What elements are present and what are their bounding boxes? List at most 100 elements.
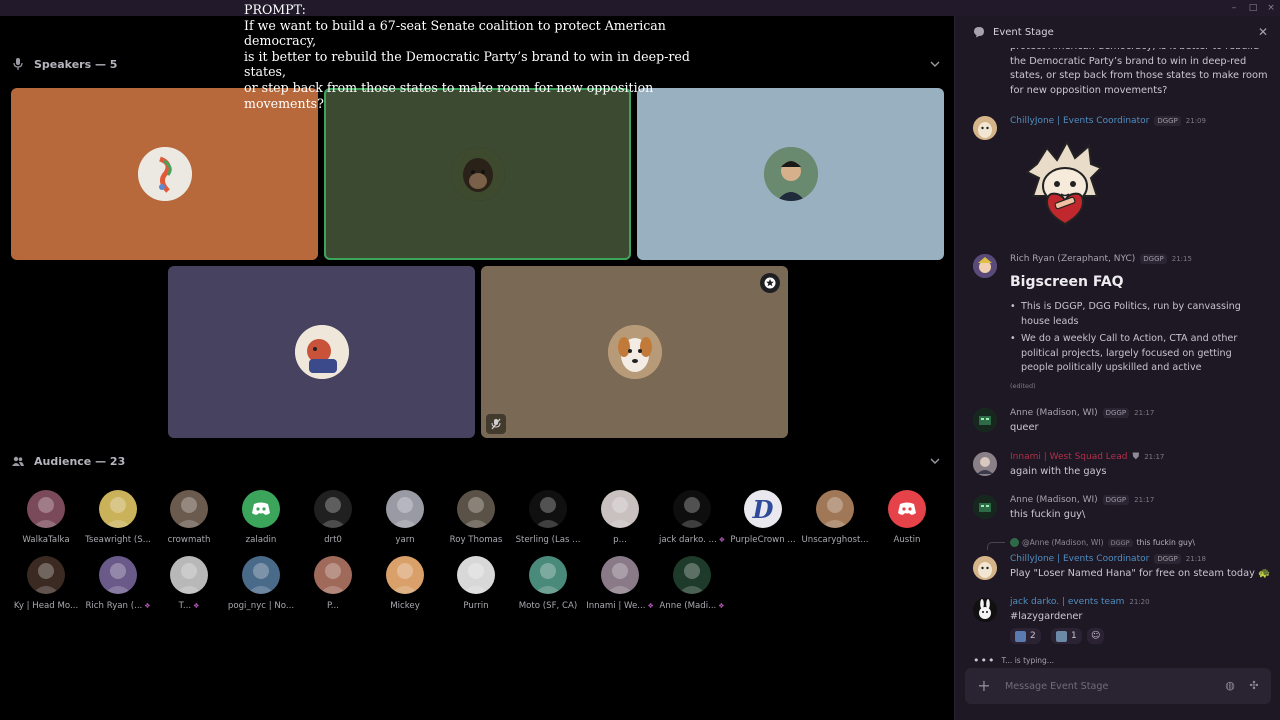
avatar xyxy=(170,490,208,528)
message-text: Play "Loser Named Hana" for free on stea… xyxy=(1010,568,1271,579)
audience-member[interactable]: Moto (SF, CA) xyxy=(512,556,584,611)
audience-member[interactable]: Rich Ryan (... ❖ xyxy=(82,556,154,611)
message-author[interactable]: Anne (Madison, WI) xyxy=(1010,408,1098,418)
audience-member[interactable]: jack darko. ... ❖ xyxy=(656,490,728,545)
speaker-avatar xyxy=(607,325,662,379)
speaker-tile[interactable] xyxy=(11,88,318,260)
chevron-down-icon[interactable] xyxy=(928,454,942,468)
audience-member-name: PurpleCrown ... xyxy=(730,535,796,545)
star-badge-icon xyxy=(760,273,780,293)
typing-indicator: ••• T... is typing... xyxy=(973,654,1054,667)
audience-member[interactable]: Unscaryghost... xyxy=(799,490,871,545)
audience-member[interactable]: WalkaTalka xyxy=(10,490,82,545)
audience-member[interactable]: Sterling (Las ... xyxy=(512,490,584,545)
audience-member-name: Purrin xyxy=(463,601,489,611)
reply-preview[interactable]: @Anne (Madison, WI) DGGP this fuckin guy… xyxy=(1010,538,1195,547)
gif-sticker-icon[interactable]: ◍ xyxy=(1223,679,1237,693)
message-author[interactable]: Rich Ryan (Zeraphant, NYC) xyxy=(1010,254,1135,264)
audience-member-name: WalkaTalka xyxy=(22,535,70,545)
audience-member[interactable]: Mickey xyxy=(369,556,441,611)
audience-member-name: drt0 xyxy=(324,535,342,545)
reaction-chip[interactable]: 1 xyxy=(1051,628,1082,644)
message-header: Anne (Madison, WI) DGGP 21:17 xyxy=(1010,408,1154,418)
avatar xyxy=(529,556,567,594)
audience-member[interactable]: P... xyxy=(297,556,369,611)
avatar xyxy=(601,556,639,594)
audience-member[interactable]: D PurpleCrown ... xyxy=(727,490,799,545)
speaker-tile[interactable] xyxy=(637,88,944,260)
apps-icon[interactable]: ✣ xyxy=(1247,679,1261,693)
audience-member[interactable]: Tseawright (S... xyxy=(82,490,154,545)
audience-member[interactable]: p... xyxy=(584,490,656,545)
avatar[interactable] xyxy=(973,452,997,476)
audience-member[interactable]: Innami | We... ❖ xyxy=(584,556,656,611)
reply-avatar xyxy=(1010,538,1019,547)
speaker-tile[interactable] xyxy=(481,266,788,438)
audience-header: Audience — 23 xyxy=(12,451,125,471)
avatar xyxy=(314,490,352,528)
maximize-icon[interactable]: □ xyxy=(1247,2,1259,14)
add-reaction-button[interactable]: ☺ xyxy=(1087,628,1105,644)
smiley-icon: ☺ xyxy=(1091,631,1101,641)
message-header: jack darko. | events team 21:20 xyxy=(1010,597,1150,607)
avatar[interactable] xyxy=(973,495,997,519)
audience-member[interactable]: yarn xyxy=(369,490,441,545)
avatar[interactable] xyxy=(973,408,997,432)
add-attachment-icon[interactable]: + xyxy=(975,677,993,695)
avatar[interactable] xyxy=(973,556,997,580)
role-tag: DGGP xyxy=(1102,408,1130,418)
message-header: Rich Ryan (Zeraphant, NYC) DGGP 21:15 xyxy=(1010,254,1192,264)
audience-member[interactable]: drt0 xyxy=(297,490,369,545)
audience-member[interactable]: pogi_nyc | No... xyxy=(225,556,297,611)
avatar xyxy=(673,490,711,528)
message-text: protect American democracy, is it better… xyxy=(1010,48,1268,96)
avatar[interactable] xyxy=(973,254,997,278)
avatar xyxy=(529,490,567,528)
faq-item: We do a weekly Call to Action, CTA and o… xyxy=(1010,332,1260,376)
discord-logo-icon xyxy=(888,490,926,528)
audience-member[interactable]: Purrin xyxy=(440,556,512,611)
audience-member-name: Roy Thomas xyxy=(449,535,503,545)
speaker-avatar xyxy=(450,147,505,201)
message-list: protect American democracy, is it better… xyxy=(955,48,1280,668)
avatar[interactable] xyxy=(973,116,997,140)
speaker-tile[interactable] xyxy=(168,266,475,438)
avatar xyxy=(601,490,639,528)
faq-list: This is DGGP, DGG Politics, run by canva… xyxy=(1010,300,1260,379)
message-header: ChillyJone | Events Coordinator DGGP 21:… xyxy=(1010,116,1206,126)
audience-member[interactable]: Anne (Madi... ❖ xyxy=(656,556,728,611)
audience-member[interactable]: Roy Thomas xyxy=(440,490,512,545)
chat-bubble-icon xyxy=(973,26,985,38)
message-input[interactable] xyxy=(1005,680,1205,692)
message-author[interactable]: ChillyJone | Events Coordinator xyxy=(1010,554,1149,564)
message-header: Innami | West Squad Lead ⛊ 21:17 xyxy=(1010,452,1164,462)
message-author[interactable]: ChillyJone | Events Coordinator xyxy=(1010,116,1149,126)
close-icon[interactable]: ✕ xyxy=(1256,25,1270,39)
message-author[interactable]: Anne (Madison, WI) xyxy=(1010,495,1098,505)
audience-member[interactable]: T... ❖ xyxy=(153,556,225,611)
audience-member[interactable]: zaladin xyxy=(225,490,297,545)
reaction-chip[interactable]: 2 xyxy=(1010,628,1041,644)
timestamp: 21:18 xyxy=(1185,555,1206,563)
minimize-icon[interactable]: – xyxy=(1228,2,1240,14)
close-window-icon[interactable]: × xyxy=(1265,2,1277,14)
audience-member[interactable]: Ky | Head Mo... xyxy=(10,556,82,611)
avatar xyxy=(673,556,711,594)
message-header: ChillyJone | Events Coordinator DGGP 21:… xyxy=(1010,554,1206,564)
audience-member[interactable]: Austin xyxy=(871,490,943,545)
muted-mic-icon xyxy=(486,414,506,434)
edited-label: (edited) xyxy=(1010,382,1036,390)
speaker-tile-active[interactable] xyxy=(324,88,631,260)
role-tag: DGGP xyxy=(1102,495,1130,505)
audience-title: Audience — 23 xyxy=(34,454,126,468)
message-author[interactable]: jack darko. | events team xyxy=(1010,597,1124,607)
audience-member-name: Tseawright (S... xyxy=(85,535,151,545)
timestamp: 21:15 xyxy=(1171,255,1192,263)
avatar[interactable] xyxy=(973,598,997,622)
timestamp: 21:17 xyxy=(1144,453,1165,461)
message-author[interactable]: Innami | West Squad Lead xyxy=(1010,452,1127,462)
chevron-down-icon[interactable] xyxy=(928,57,942,71)
audience-member[interactable]: crowmath xyxy=(153,490,225,545)
avatar xyxy=(314,556,352,594)
typing-dots-icon: ••• xyxy=(973,654,996,667)
